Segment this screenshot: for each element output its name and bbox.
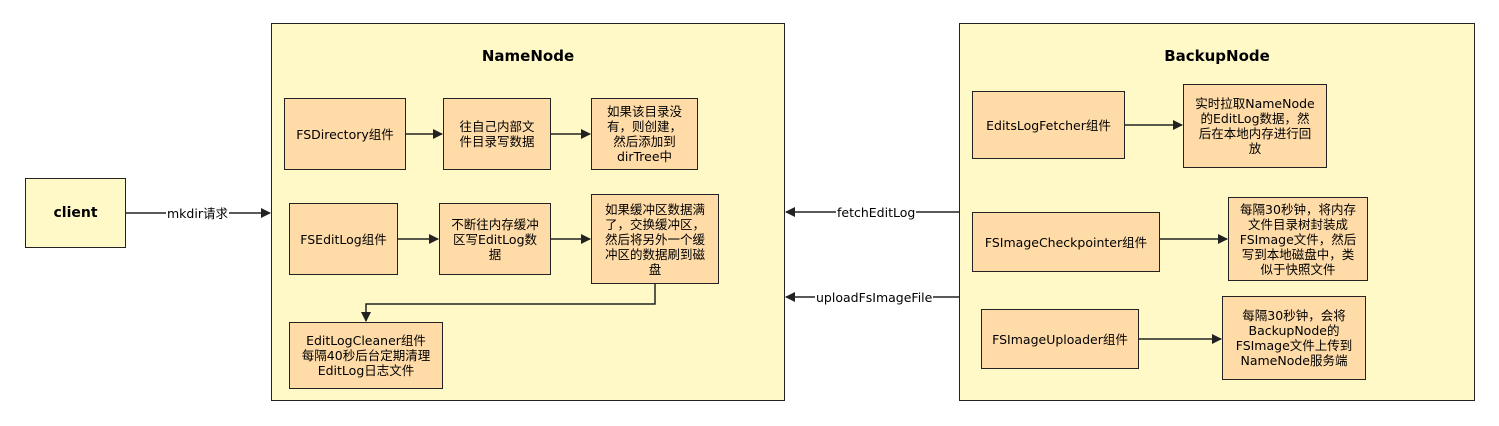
edge-label-mkdir: mkdir请求 — [166, 206, 229, 221]
edge-flush-cleaner — [361, 284, 656, 322]
edge-label-fetch: fetchEditLog — [836, 205, 917, 220]
edge-label-upload: uploadFsImageFile — [815, 290, 934, 305]
